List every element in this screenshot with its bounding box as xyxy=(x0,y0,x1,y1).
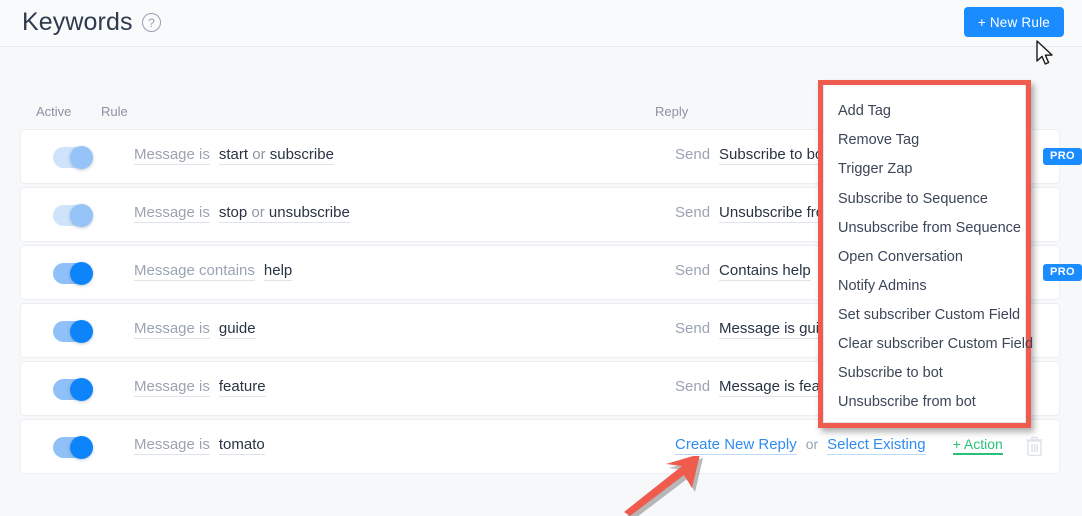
keyword-token: unsubscribe xyxy=(268,204,350,221)
reply-link-cell: Create New Reply or Select Existing + Actio… xyxy=(675,436,1003,455)
column-header-rule: Rule xyxy=(101,104,128,119)
reply-cell: Send Subscribe to bot xyxy=(675,146,828,165)
rule-operator[interactable]: Message is xyxy=(134,320,210,339)
rule-cell: Message is tomato xyxy=(134,436,265,455)
pro-badge: PRO xyxy=(1042,148,1082,165)
pro-badge: PRO xyxy=(1042,264,1082,281)
toggle-knob xyxy=(70,378,93,401)
reply-action-label[interactable]: Send xyxy=(675,204,710,221)
rule-active-toggle[interactable] xyxy=(53,320,93,343)
rule-active-toggle[interactable] xyxy=(53,146,93,169)
rule-keyword-value[interactable]: guide xyxy=(218,320,256,339)
rule-operator[interactable]: Message is xyxy=(134,146,210,165)
rule-active-toggle[interactable] xyxy=(53,262,93,285)
rule-keyword-value[interactable]: feature xyxy=(218,378,266,397)
page-bottom-area xyxy=(0,490,1082,513)
rule-operator[interactable]: Message is xyxy=(134,378,210,397)
reply-action-label[interactable]: Send xyxy=(675,378,710,395)
keyword-separator: or xyxy=(248,146,270,163)
rule-operator[interactable]: Message contains xyxy=(134,262,255,281)
reply-action-label[interactable]: Send xyxy=(675,146,710,163)
dropdown-item[interactable]: Open Conversation xyxy=(824,242,1025,271)
rule-cell: Message is stop or unsubscribe xyxy=(134,204,350,223)
rule-active-toggle[interactable] xyxy=(53,436,93,459)
link-separator-or: or xyxy=(805,436,819,452)
rule-cell: Message is feature xyxy=(134,378,266,397)
toggle-knob xyxy=(70,436,93,459)
rule-keyword-value[interactable]: tomato xyxy=(218,436,265,455)
keyword-separator: or xyxy=(247,204,269,221)
create-new-reply-link[interactable]: Create New Reply xyxy=(675,436,797,455)
select-existing-link[interactable]: Select Existing xyxy=(827,436,926,455)
keyword-token: subscribe xyxy=(269,146,334,163)
dropdown-item[interactable]: Set subscriber Custom Field xyxy=(824,301,1025,330)
column-header-active: Active xyxy=(36,104,72,119)
dropdown-item[interactable]: Add Tag xyxy=(824,97,1025,126)
column-header-reply: Reply xyxy=(655,104,689,119)
rule-keyword-value[interactable]: start or subscribe xyxy=(218,146,334,165)
action-type-dropdown-menu[interactable]: Add Tag Remove Tag Trigger Zap Subscribe to… xyxy=(823,85,1033,423)
rule-cell: Message is guide xyxy=(134,320,256,339)
toggle-knob xyxy=(70,204,93,227)
reply-action-label[interactable]: Send xyxy=(675,262,710,279)
toggle-knob xyxy=(70,320,93,343)
page-title: Keywords xyxy=(22,8,133,36)
reply-value[interactable]: Subscribe to bot xyxy=(719,146,828,165)
toggle-knob xyxy=(70,146,93,169)
dropdown-item[interactable]: Unsubscribe from bot xyxy=(824,388,1025,417)
dropdown-item[interactable]: Trigger Zap xyxy=(824,155,1025,184)
rule-keyword-value[interactable]: stop or unsubscribe xyxy=(218,204,350,223)
toggle-knob xyxy=(70,262,93,285)
rule-cell: Message is start or subscribe xyxy=(134,146,334,165)
rule-operator[interactable]: Message is xyxy=(134,436,210,455)
dropdown-item[interactable]: Subscribe to bot xyxy=(824,359,1025,388)
dropdown-item[interactable]: Clear subscriber Custom Field xyxy=(824,330,1033,359)
page-header: Keywords ? + New Rule xyxy=(0,0,1082,47)
keyword-token: start xyxy=(218,146,249,163)
reply-value[interactable]: Contains help xyxy=(719,262,811,281)
rule-keyword-value[interactable]: help xyxy=(263,262,293,281)
reply-cell: Send Message is guide xyxy=(675,320,836,339)
dropdown-item[interactable]: Unsubscribe from Sequence xyxy=(824,213,1025,242)
dropdown-item[interactable]: Subscribe to Sequence xyxy=(824,184,1025,213)
rule-active-toggle[interactable] xyxy=(53,378,93,401)
rule-cell: Message contains help xyxy=(134,262,293,281)
dropdown-item[interactable]: Notify Admins xyxy=(824,272,1025,301)
add-action-link[interactable]: + Action xyxy=(952,436,1003,455)
help-question-icon[interactable]: ? xyxy=(142,13,161,32)
keyword-token: stop xyxy=(218,204,248,221)
rule-operator[interactable]: Message is xyxy=(134,204,210,223)
reply-cell: Send Contains help xyxy=(675,262,811,281)
dropdown-item[interactable]: Remove Tag xyxy=(824,126,1025,155)
reply-action-label[interactable]: Send xyxy=(675,320,710,337)
trash-icon[interactable] xyxy=(1026,436,1043,456)
rule-active-toggle[interactable] xyxy=(53,204,93,227)
new-rule-button[interactable]: + New Rule xyxy=(963,7,1064,37)
